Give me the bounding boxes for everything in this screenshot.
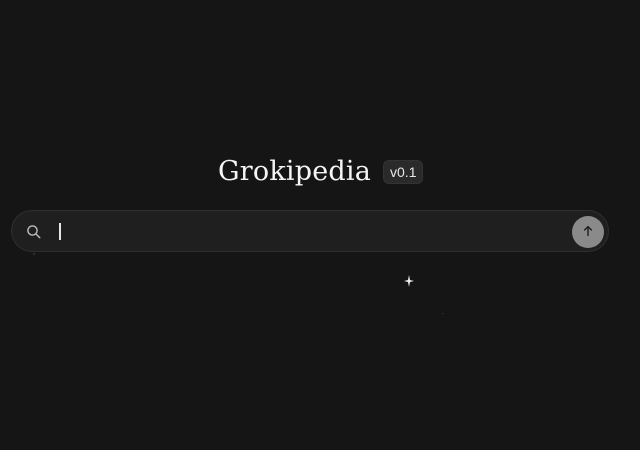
background-speck [33,253,35,255]
search-input[interactable] [50,219,564,245]
search-bar[interactable] [11,210,609,252]
submit-search-button[interactable] [572,216,604,248]
arrow-up-icon [582,225,594,240]
search-icon [26,224,42,240]
background-speck [442,313,443,314]
sparkle-icon [404,274,414,287]
version-badge: v0.1 [383,160,424,184]
text-cursor [59,223,61,240]
brand-header: Grokipedia v0.1 [218,154,424,190]
app-title: Grokipedia [218,156,372,187]
